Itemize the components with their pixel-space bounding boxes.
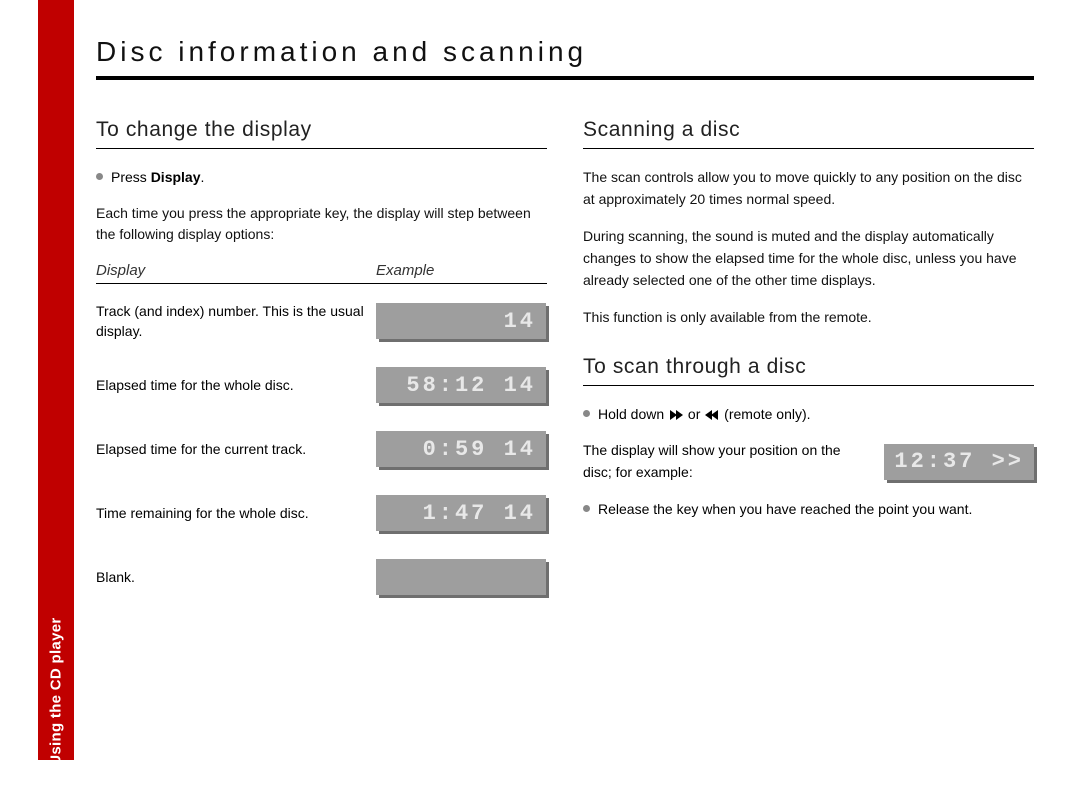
lcd-display: 12:37 >> bbox=[884, 444, 1034, 480]
hold-post: (remote only). bbox=[720, 406, 810, 422]
bullet-hold-down: Hold down or (remote only). bbox=[583, 404, 1034, 426]
bullet-icon bbox=[583, 410, 590, 417]
row-desc: Blank. bbox=[96, 567, 376, 587]
heading-scanning: Scanning a disc bbox=[583, 118, 1034, 149]
text-display-bold: Display bbox=[151, 169, 201, 185]
scan-example-text: The display will show your position on t… bbox=[583, 440, 864, 483]
bullet-release: Release the key when you have reached th… bbox=[583, 499, 1034, 521]
row-desc: Elapsed time for the whole disc. bbox=[96, 375, 376, 395]
table-row: Time remaining for the whole disc. 1:47 … bbox=[96, 486, 547, 540]
lcd-display bbox=[376, 559, 546, 595]
table-row: Blank. bbox=[96, 550, 547, 604]
th-display: Display bbox=[96, 262, 376, 279]
table-row: Elapsed time for the whole disc. 58:12 1… bbox=[96, 358, 547, 412]
chapter-title: Disc information and scanning bbox=[96, 36, 1034, 74]
lcd-display: 58:12 14 bbox=[376, 367, 546, 403]
row-desc: Elapsed time for the current track. bbox=[96, 439, 376, 459]
lcd-display: 14 bbox=[376, 303, 546, 339]
lcd-display: 0:59 14 bbox=[376, 431, 546, 467]
table-header: Display Example bbox=[96, 262, 547, 284]
row-desc: Time remaining for the whole disc. bbox=[96, 503, 376, 523]
table-row: Track (and index) number. This is the us… bbox=[96, 294, 547, 348]
scan-p3: This function is only available from the… bbox=[583, 307, 1034, 329]
page-number: 14 bbox=[48, 788, 65, 805]
scan-p2: During scanning, the sound is muted and … bbox=[583, 226, 1034, 291]
bullet-icon bbox=[96, 173, 103, 180]
bullet-press-display: Press Display. bbox=[96, 167, 547, 189]
table-row: Elapsed time for the current track. 0:59… bbox=[96, 422, 547, 476]
th-example: Example bbox=[376, 262, 547, 279]
rewind-icon bbox=[706, 410, 718, 420]
scan-example-row: The display will show your position on t… bbox=[583, 440, 1034, 483]
fast-forward-icon bbox=[670, 410, 682, 420]
hold-pre: Hold down bbox=[598, 406, 668, 422]
lcd-display: 1:47 14 bbox=[376, 495, 546, 531]
left-column: To change the display Press Display. Eac… bbox=[96, 118, 547, 614]
text-period: . bbox=[201, 169, 205, 185]
intro-paragraph: Each time you press the appropriate key,… bbox=[96, 203, 547, 246]
text-press: Press bbox=[111, 169, 151, 185]
chapter-rule bbox=[96, 76, 1034, 80]
bullet-icon bbox=[583, 505, 590, 512]
side-label-wrap: 14 Using the CD player bbox=[38, 0, 74, 760]
right-column: Scanning a disc The scan controls allow … bbox=[583, 118, 1034, 614]
side-label: Using the CD player bbox=[48, 618, 65, 766]
row-desc: Track (and index) number. This is the us… bbox=[96, 301, 376, 342]
scan-p1: The scan controls allow you to move quic… bbox=[583, 167, 1034, 210]
heading-scan-through: To scan through a disc bbox=[583, 355, 1034, 386]
heading-change-display: To change the display bbox=[96, 118, 547, 149]
hold-mid: or bbox=[684, 406, 704, 422]
release-text: Release the key when you have reached th… bbox=[598, 499, 972, 521]
